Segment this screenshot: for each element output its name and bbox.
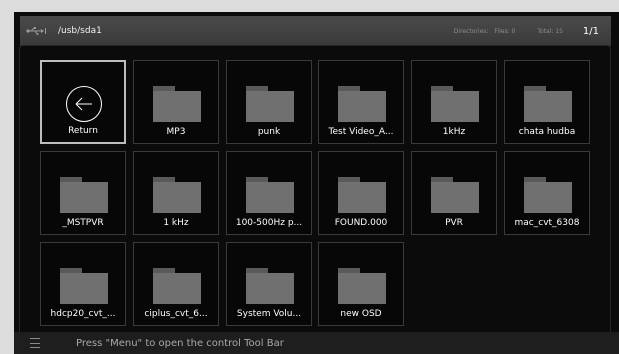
toolbar-hint: Press "Menu" to open the control Tool Ba…	[76, 337, 284, 349]
folder-tile[interactable]: punk	[226, 60, 312, 144]
folder-tile[interactable]: 1 kHz	[133, 151, 219, 235]
tile-label: Test Video_A...	[328, 127, 394, 137]
folder-tile[interactable]: new OSD	[318, 242, 404, 326]
folder-tile[interactable]: 1kHz	[411, 60, 497, 144]
folder-icon	[153, 268, 201, 304]
folder-icon	[524, 177, 572, 213]
tile-label: _MSTPVR	[62, 218, 104, 228]
folder-icon	[60, 177, 108, 213]
folder-icon	[153, 177, 201, 213]
files-count: Files: 0	[494, 27, 516, 35]
folder-tile[interactable]: hdcp20_cvt_...	[40, 242, 126, 326]
folder-icon	[524, 86, 572, 122]
folder-icon	[338, 268, 386, 304]
tile-label: mac_cvt_6308	[514, 218, 580, 228]
folder-icon	[246, 177, 294, 213]
folder-icon	[246, 268, 294, 304]
folder-tile[interactable]: System Volu...	[226, 242, 312, 326]
menu-icon	[30, 338, 40, 348]
folder-icon	[338, 86, 386, 122]
tile-return[interactable]: Return	[40, 60, 126, 144]
tile-label: MP3	[166, 127, 186, 137]
tile-label: 1kHz	[442, 127, 466, 137]
tile-label: Return	[68, 126, 98, 136]
tile-label: FOUND.000	[334, 218, 388, 228]
tile-label: PVR	[445, 218, 463, 228]
folder-icon	[431, 177, 479, 213]
folder-tile[interactable]: ciplus_cvt_6...	[133, 242, 219, 326]
folder-tile[interactable]: 100-500Hz p...	[226, 151, 312, 235]
tile-label: System Volu...	[236, 309, 302, 319]
directories-label: Directories:	[453, 27, 489, 35]
header-bar: /usb/sda1 Directories: Files: 0 Total: 1…	[20, 16, 611, 46]
tile-label: 1 kHz	[163, 218, 189, 228]
folder-tile[interactable]: MP3	[133, 60, 219, 144]
folder-tile[interactable]: chata hudba	[504, 60, 590, 144]
folder-icon	[338, 177, 386, 213]
tile-label: 100-500Hz p...	[235, 218, 303, 228]
tile-label: ciplus_cvt_6...	[144, 309, 208, 319]
folder-icon	[153, 86, 201, 122]
tile-label: hdcp20_cvt_...	[50, 309, 116, 319]
footer-bar: Press "Menu" to open the control Tool Ba…	[14, 332, 619, 354]
folder-tile[interactable]: Test Video_A...	[318, 60, 404, 144]
folder-icon	[60, 268, 108, 304]
folder-icon	[431, 86, 479, 122]
item-counts: Directories: Files: 0 Total: 15	[454, 28, 563, 35]
page-indicator: 1/1	[582, 25, 599, 37]
folder-tile[interactable]: PVR	[411, 151, 497, 235]
tile-label: new OSD	[340, 309, 382, 319]
folder-icon	[246, 86, 294, 122]
tile-label: chata hudba	[518, 127, 576, 137]
return-arrow-icon	[66, 86, 102, 122]
current-path: /usb/sda1	[58, 26, 102, 36]
total-count: Total: 15	[537, 27, 563, 35]
folder-tile[interactable]: FOUND.000	[318, 151, 404, 235]
folder-tile[interactable]: mac_cvt_6308	[504, 151, 590, 235]
tile-label: punk	[257, 127, 281, 137]
file-browser-screen: /usb/sda1 Directories: Files: 0 Total: 1…	[14, 12, 619, 354]
usb-icon	[26, 26, 48, 36]
folder-tile[interactable]: _MSTPVR	[40, 151, 126, 235]
